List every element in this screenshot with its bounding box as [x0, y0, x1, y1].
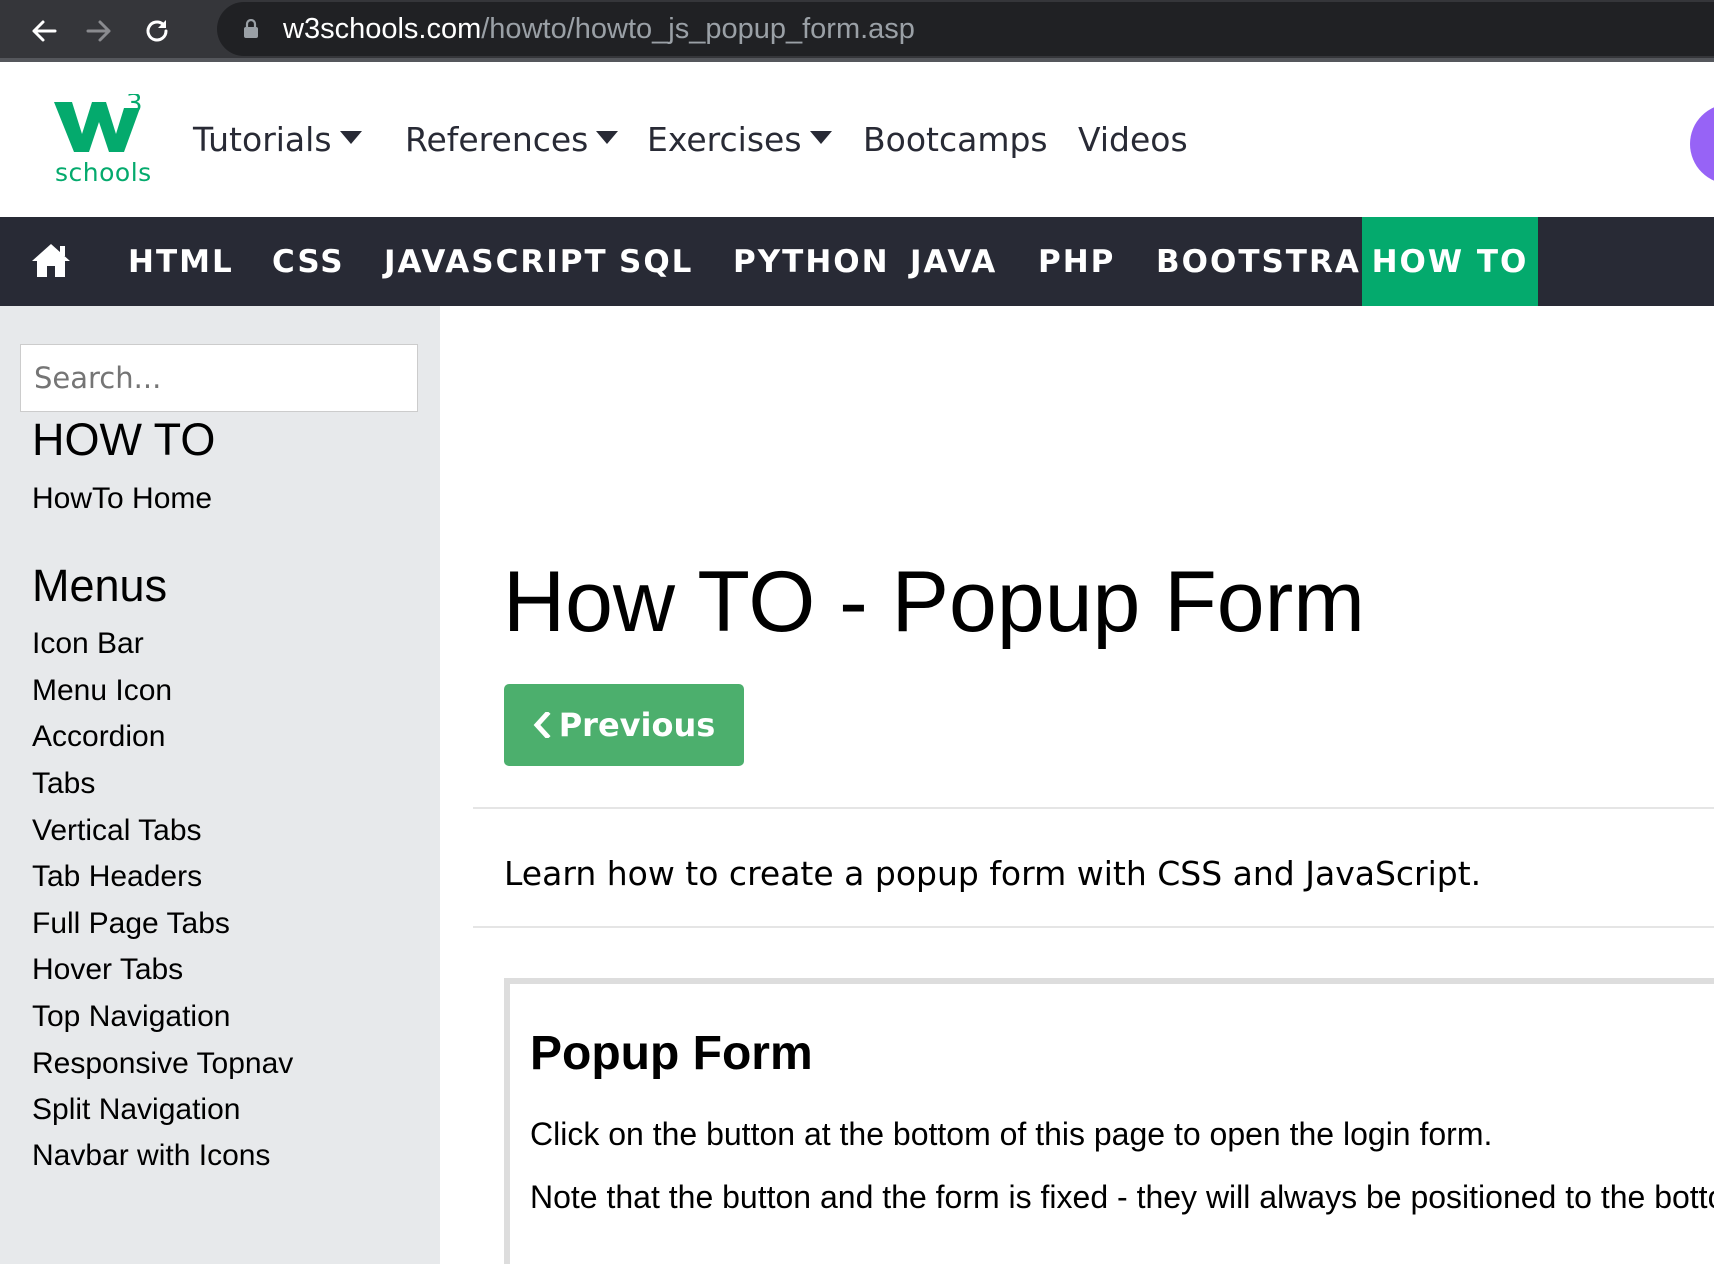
subnav-python[interactable]: PYTHON — [733, 217, 890, 306]
url-domain: w3schools.com — [283, 13, 482, 45]
sidebar: HOW TO HowTo Home Menus Icon Bar Menu Ic… — [0, 306, 440, 1264]
main-content: How TO - Popup Form Previous Learn how t… — [440, 306, 1714, 1264]
nav-exercises[interactable]: Exercises — [647, 62, 832, 217]
sidebar-heading-menus: Menus — [32, 560, 168, 611]
sidebar-item-howto-home[interactable]: HowTo Home — [32, 482, 212, 516]
sidebar-item-tab-headers[interactable]: Tab Headers — [32, 860, 202, 894]
sidebar-item-vertical-tabs[interactable]: Vertical Tabs — [32, 814, 202, 848]
lock-icon — [244, 19, 258, 38]
nav-references-label: References — [405, 120, 589, 159]
previous-button[interactable]: Previous — [504, 684, 744, 766]
chevron-left-icon — [533, 712, 551, 738]
sidebar-heading-howto: HOW TO — [32, 414, 216, 465]
search-input[interactable] — [20, 344, 418, 412]
nav-bootcamps[interactable]: Bootcamps — [863, 62, 1048, 217]
url-path: /howto/howto_js_popup_form.asp — [481, 13, 915, 45]
subject-navbar: HTML CSS JAVASCRIPT SQL PYTHON JAVA PHP … — [0, 217, 1714, 306]
subnav-html[interactable]: HTML — [128, 217, 234, 306]
divider — [473, 807, 1714, 809]
home-icon[interactable] — [30, 241, 72, 279]
example-paragraph: Note that the button and the form is fix… — [530, 1179, 1714, 1215]
sidebar-item-top-navigation[interactable]: Top Navigation — [32, 1000, 230, 1034]
sidebar-item-accordion[interactable]: Accordion — [32, 720, 165, 754]
subnav-javascript[interactable]: JAVASCRIPT — [384, 217, 608, 306]
subnav-css[interactable]: CSS — [272, 217, 345, 306]
svg-text:3: 3 — [126, 94, 143, 119]
example-box: Popup Form Click on the button at the bo… — [504, 978, 1714, 1264]
nav-videos[interactable]: Videos — [1078, 62, 1188, 217]
divider — [473, 926, 1714, 928]
intro-text: Learn how to create a popup form with CS… — [504, 854, 1482, 893]
subnav-sql[interactable]: SQL — [619, 217, 693, 306]
sidebar-item-hover-tabs[interactable]: Hover Tabs — [32, 953, 183, 987]
avatar[interactable] — [1690, 104, 1714, 184]
subnav-bootstrap[interactable]: BOOTSTRAP — [1156, 217, 1386, 306]
address-bar[interactable]: w3schools.com/howto/howto_js_popup_form.… — [217, 2, 1714, 56]
sidebar-item-responsive-topnav[interactable]: Responsive Topnav — [32, 1047, 293, 1081]
sidebar-item-split-navigation[interactable]: Split Navigation — [32, 1093, 240, 1127]
url-text: w3schools.com/howto/howto_js_popup_form.… — [283, 13, 915, 46]
nav-tutorials-label: Tutorials — [193, 120, 332, 159]
sidebar-item-icon-bar[interactable]: Icon Bar — [32, 627, 144, 661]
page-title: How TO - Popup Form — [503, 554, 1365, 650]
site-header: 3 schools Tutorials References Exercises… — [0, 62, 1714, 217]
sidebar-item-navbar-with-icons[interactable]: Navbar with Icons — [32, 1139, 270, 1173]
subnav-java[interactable]: JAVA — [910, 217, 997, 306]
forward-button[interactable] — [75, 8, 123, 54]
nav-tutorials[interactable]: Tutorials — [193, 62, 362, 217]
arrow-left-icon — [32, 20, 57, 42]
arrow-right-icon — [86, 20, 111, 42]
nav-bootcamps-label: Bootcamps — [863, 120, 1048, 159]
example-paragraph: Click on the button at the bottom of thi… — [530, 1116, 1493, 1152]
back-button[interactable] — [20, 8, 68, 54]
caret-down-icon — [596, 131, 619, 144]
subnav-how-to[interactable]: HOW TO — [1362, 217, 1538, 306]
sidebar-item-tabs[interactable]: Tabs — [32, 767, 95, 801]
nav-videos-label: Videos — [1078, 120, 1188, 159]
subnav-php[interactable]: PHP — [1038, 217, 1115, 306]
sidebar-item-menu-icon[interactable]: Menu Icon — [32, 674, 172, 708]
reload-icon — [146, 20, 168, 42]
previous-label: Previous — [558, 706, 716, 744]
caret-down-icon — [339, 131, 362, 144]
logo-text: schools — [55, 158, 152, 187]
browser-toolbar: w3schools.com/howto/howto_js_popup_form.… — [0, 0, 1714, 62]
example-title: Popup Form — [530, 1027, 813, 1080]
nav-references[interactable]: References — [405, 62, 619, 217]
nav-exercises-label: Exercises — [647, 120, 802, 159]
caret-down-icon — [809, 131, 832, 144]
reload-button[interactable] — [133, 8, 181, 54]
sidebar-item-full-page-tabs[interactable]: Full Page Tabs — [32, 907, 230, 941]
